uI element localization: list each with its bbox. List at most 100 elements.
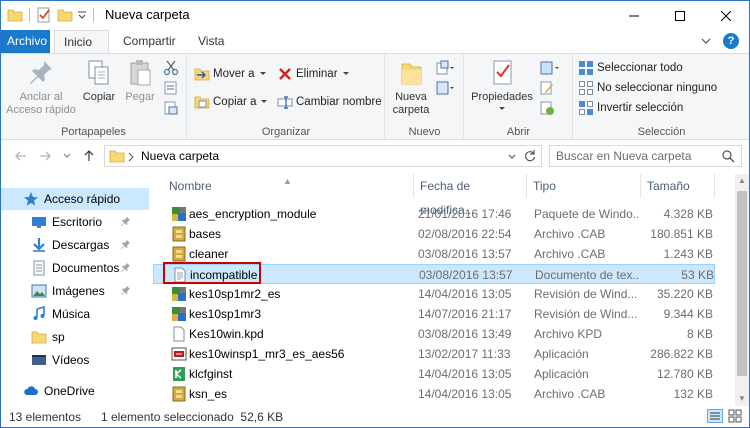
recent-locations-button[interactable] (59, 149, 75, 165)
breadcrumb-current[interactable]: Nueva carpeta (141, 149, 219, 163)
pin-icon[interactable] (120, 216, 131, 227)
close-button[interactable] (703, 1, 749, 30)
copy-to-button[interactable]: Copiar a (194, 92, 269, 112)
window-title: Nueva carpeta (105, 7, 190, 22)
nav-item-acceso-rapido[interactable]: Acceso rápido (1, 188, 149, 210)
history-icon[interactable] (539, 100, 555, 116)
delete-button[interactable]: Eliminar (277, 64, 351, 84)
file-row-aes-encryption-module[interactable]: aes_encryption_module 21/01/2016 17:46 Paq… (153, 204, 715, 224)
ribbon-tabs: Archivo Inicio Compartir Vista (1, 30, 749, 54)
file-row-klcfginst[interactable]: klcfginst 14/04/2016 13:05 Aplicación 12.78… (153, 364, 715, 384)
pin-icon[interactable] (120, 285, 131, 296)
pin-quick-access-button[interactable]: Anclar al Acceso rápido (5, 58, 77, 117)
group-label-seleccionar: Selección (637, 126, 686, 138)
select-none-button[interactable]: No seleccionar ninguno (578, 78, 717, 98)
column-header-type[interactable]: Tipo (527, 174, 641, 198)
dropdown-arrow-icon (261, 100, 268, 103)
file-row-kes10sp1mr3[interactable]: kes10sp1mr3 14/07/2016 21:17 Revisión de W… (153, 304, 715, 324)
search-input[interactable] (556, 148, 716, 164)
expand-ribbon-icon[interactable] (699, 34, 713, 48)
up-button[interactable] (81, 149, 97, 165)
properties-check-icon[interactable] (36, 7, 52, 23)
status-bar: 13 elementos 1 elemento seleccionado 52,… (1, 406, 749, 427)
cut-icon[interactable] (163, 60, 179, 76)
scroll-up-icon[interactable]: ▲ (735, 174, 749, 188)
tab-vista[interactable]: Vista (188, 30, 234, 53)
minimize-icon (629, 15, 639, 16)
rename-button[interactable]: Cambiar nombre (277, 92, 382, 112)
tab-compartir[interactable]: Compartir (113, 30, 186, 53)
nav-item-documentos[interactable]: Documentos (1, 257, 149, 279)
details-view-icon[interactable] (707, 409, 723, 423)
select-all-button[interactable]: Seleccionar todo (578, 58, 683, 78)
file-type: Archivo .CAB (534, 387, 606, 401)
minimize-button[interactable] (611, 1, 657, 30)
pin-icon[interactable] (120, 262, 131, 273)
move-to-button[interactable]: Mover a (194, 64, 268, 84)
images-icon (31, 284, 47, 298)
refresh-icon[interactable] (523, 149, 537, 163)
file-list: ▲ Nombre Fecha de modifica... Tipo Tamañ… (153, 174, 733, 406)
address-dropdown-icon[interactable] (507, 152, 517, 162)
pin-icon[interactable] (120, 239, 131, 250)
app-icon (171, 346, 187, 365)
nav-item-onedrive[interactable]: OneDrive (1, 380, 149, 402)
file-name: klcfginst (189, 367, 233, 381)
new-item-icon[interactable] (436, 60, 456, 76)
new-folder-button[interactable]: Nueva carpeta (388, 58, 434, 117)
tab-archivo[interactable]: Archivo (1, 30, 50, 53)
help-icon[interactable]: ? (723, 33, 739, 49)
navigation-bar: Nueva carpeta (1, 140, 749, 174)
edit-icon[interactable] (539, 80, 555, 96)
properties-button[interactable]: Propiedades (469, 58, 535, 113)
copy-button[interactable]: Copiar (79, 58, 119, 104)
file-row-kes10winsp1-mr3-es-aes56[interactable]: kes10winsp1_mr3_es_aes56 13/02/2017 11:33… (153, 344, 715, 364)
paste-shortcut-icon[interactable] (163, 100, 179, 116)
paste-label: Pegar (125, 91, 155, 103)
column-header-date[interactable]: Fecha de modifica... (414, 174, 527, 217)
open-icon[interactable] (539, 60, 561, 76)
scrollbar-thumb[interactable] (737, 191, 747, 376)
back-button[interactable] (13, 149, 29, 165)
dropdown-arrow-icon (342, 72, 349, 75)
nav-item-musica[interactable]: Música (1, 303, 149, 325)
column-header-size[interactable]: Tamaño (641, 174, 715, 198)
file-name: cleaner (189, 247, 229, 261)
copy-path-icon[interactable] (163, 80, 179, 96)
customize-chevron-icon[interactable] (77, 10, 87, 20)
vertical-scrollbar[interactable]: ▲ ▼ (735, 174, 749, 406)
file-row-bases[interactable]: bases 02/08/2016 22:54 Archivo .CAB 180.851… (153, 224, 715, 244)
group-nuevo: Nueva carpeta Nuevo (386, 54, 464, 141)
nav-item-sp[interactable]: sp (1, 326, 149, 348)
nav-item-escritorio[interactable]: Escritorio (1, 211, 149, 233)
large-icons-view-icon[interactable] (727, 409, 743, 423)
address-bar[interactable]: Nueva carpeta (104, 145, 542, 167)
nav-label-onedrive: OneDrive (44, 384, 95, 398)
package-icon (171, 306, 187, 325)
breadcrumb-chevron-icon[interactable] (127, 152, 135, 162)
file-type: Archivo .CAB (534, 247, 606, 261)
select-none-label: No seleccionar ninguno (597, 82, 718, 94)
nav-item-descargas[interactable]: Descargas (1, 234, 149, 256)
file-row-kes10sp1mr2-es[interactable]: kes10sp1mr2_es 14/04/2016 13:05 Revisión d… (153, 284, 715, 304)
nav-item-imagenes[interactable]: Imágenes (1, 280, 149, 302)
nav-label-imagenes: Imágenes (52, 284, 105, 298)
forward-button[interactable] (37, 149, 53, 165)
maximize-button[interactable] (657, 1, 703, 30)
search-box[interactable] (549, 145, 742, 167)
paste-button[interactable]: Pegar (121, 58, 159, 104)
paste-icon (130, 60, 151, 86)
file-row-cleaner[interactable]: cleaner 03/08/2016 13:57 Archivo .CAB 1.243… (153, 244, 715, 264)
tab-inicio[interactable]: Inicio (54, 30, 109, 54)
file-row-ksn-es[interactable]: ksn_es 14/04/2016 13:05 Archivo .CAB 132 KB (153, 384, 715, 404)
file-type: Paquete de Windo... (534, 207, 638, 221)
scroll-down-icon[interactable]: ▼ (735, 392, 749, 406)
column-header-name[interactable]: Nombre (163, 174, 414, 198)
folder-icon[interactable] (7, 8, 23, 22)
nav-item-videos[interactable]: Vídeos (1, 349, 149, 371)
file-date: 02/08/2016 22:54 (418, 227, 512, 241)
file-row-kes10win-kpd[interactable]: Kes10win.kpd 03/08/2016 13:49 Archivo KPD 8… (153, 324, 715, 344)
invert-selection-button[interactable]: Invertir selección (578, 98, 683, 118)
easy-access-icon[interactable] (436, 80, 456, 96)
new-folder-icon[interactable] (57, 8, 73, 22)
